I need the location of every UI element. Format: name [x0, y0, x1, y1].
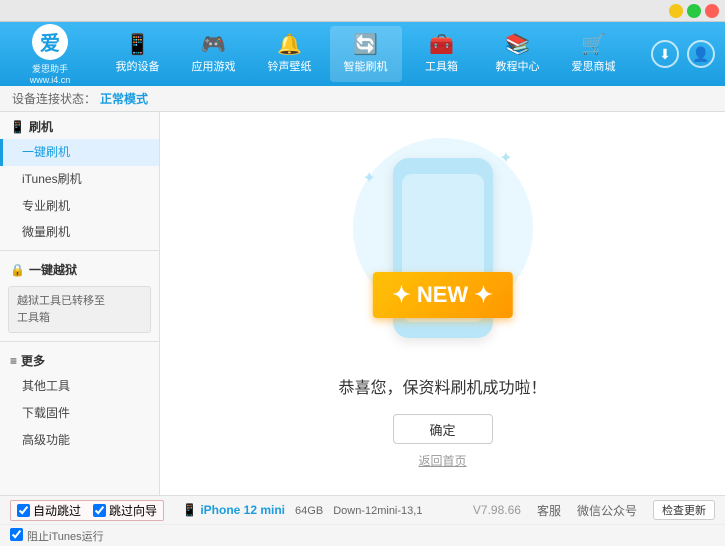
skip-wizard-checkbox[interactable]: 跳过向导 [93, 502, 157, 519]
nav-tutorial[interactable]: 📚 教程中心 [482, 26, 554, 82]
header-right: ⬇ 👤 [651, 40, 715, 68]
device-storage: 64GB [295, 505, 323, 517]
status-bar: 设备连接状态： 正常模式 [0, 86, 725, 112]
sidebar-section-more: ≡ 更多 [0, 346, 159, 373]
sparkle-right: ✦ [499, 148, 512, 168]
auto-skip-label: 自动跳过 [33, 502, 81, 519]
title-bar [0, 0, 725, 22]
footer-row1: 自动跳过 跳过向导 📱 iPhone 12 mini 64GB Down-12m… [0, 496, 725, 524]
sparkle-left: ✦ [363, 168, 376, 188]
confirm-button[interactable]: 确定 [393, 414, 493, 444]
nav-my-device[interactable]: 📱 我的设备 [102, 26, 174, 82]
nav-shop[interactable]: 🛒 爱思商城 [558, 26, 630, 82]
device-name: iPhone 12 mini [200, 503, 285, 517]
wechat-public-link[interactable]: 微信公众号 [577, 502, 637, 519]
nav-apps-games[interactable]: 🎮 应用游戏 [178, 26, 250, 82]
success-text: 恭喜您，保资料刷机成功啦！ [338, 374, 546, 398]
main-layout: 📱 刷机 一键刷机 iTunes刷机 专业刷机 微量刷机 🔒 一键越狱 越狱工具… [0, 112, 725, 495]
account-button[interactable]: 👤 [687, 40, 715, 68]
nav-ringtones-label: 铃声壁纸 [268, 58, 312, 74]
close-button[interactable] [705, 4, 719, 18]
tutorial-icon: 📚 [505, 35, 530, 55]
sidebar-item-itunes-flash[interactable]: iTunes刷机 [0, 166, 159, 193]
auto-skip-checkbox[interactable]: 自动跳过 [17, 502, 81, 519]
lock-icon: 🔒 [10, 263, 25, 277]
games-icon: 🎮 [201, 35, 226, 55]
logo-subtext: www.i4.cn [30, 75, 71, 85]
check-update-button[interactable]: 检查更新 [653, 500, 715, 520]
header: 爱 爱思助手 www.i4.cn 📱 我的设备 🎮 应用游戏 🔔 铃声壁纸 🔄 … [0, 22, 725, 86]
flash-section-icon: 📱 [10, 120, 25, 134]
footer-row2: 阻止iTunes运行 [0, 524, 725, 546]
sidebar-section-flash: 📱 刷机 [0, 112, 159, 139]
itunes-notice-label: 阻止iTunes运行 [27, 528, 104, 544]
more-section-label: 更多 [21, 352, 45, 369]
more-icon: ≡ [10, 354, 17, 368]
nav-toolbox[interactable]: 🧰 工具箱 [406, 26, 478, 82]
back-home-link[interactable]: 返回首页 [418, 452, 466, 469]
jailbreak-section-label: 一键越狱 [29, 261, 77, 278]
device-info: 📱 iPhone 12 mini 64GB Down-12mini-13,1 [182, 503, 422, 517]
flash-section-label: 刷机 [29, 118, 53, 135]
footer-checkbox-group: 自动跳过 跳过向导 [10, 500, 164, 521]
ringtone-icon: 🔔 [277, 35, 302, 55]
download-button[interactable]: ⬇ [651, 40, 679, 68]
nav-my-device-label: 我的设备 [116, 58, 160, 74]
itunes-checkbox[interactable] [10, 528, 23, 544]
sidebar-item-other-tools[interactable]: 其他工具 [0, 373, 159, 400]
customer-service-link[interactable]: 客服 [537, 502, 561, 519]
sidebar-item-download-firmware[interactable]: 下载固件 [0, 400, 159, 427]
sidebar-item-pro-flash[interactable]: 专业刷机 [0, 193, 159, 220]
sidebar-item-one-key-flash[interactable]: 一键刷机 [0, 139, 159, 166]
sidebar-item-micro-flash[interactable]: 微量刷机 [0, 219, 159, 246]
content-area: ✦ ✦ ✦ NEW ✦ 恭喜您，保资料刷机成功啦！ 确定 返回首页 [160, 112, 725, 495]
itunes-block-input[interactable] [10, 528, 23, 541]
nav-apps-games-label: 应用游戏 [192, 58, 236, 74]
nav-smart-flash-label: 智能刷机 [344, 58, 388, 74]
skip-wizard-input[interactable] [93, 504, 106, 517]
maximize-button[interactable] [687, 4, 701, 18]
nav-toolbox-label: 工具箱 [425, 58, 458, 74]
logo-icon: 爱 [32, 24, 68, 60]
phone-icon: 📱 [125, 35, 150, 55]
footer-wrapper: 自动跳过 跳过向导 📱 iPhone 12 mini 64GB Down-12m… [0, 495, 725, 546]
toolbox-icon: 🧰 [429, 35, 454, 55]
skip-wizard-label: 跳过向导 [109, 502, 157, 519]
status-value: 正常模式 [100, 90, 148, 107]
logo[interactable]: 爱 爱思助手 www.i4.cn [10, 24, 90, 85]
minimize-button[interactable] [669, 4, 683, 18]
flash-icon: 🔄 [353, 35, 378, 55]
footer-right: V7.98.66 客服 微信公众号 检查更新 [473, 500, 715, 520]
nav-bar: 📱 我的设备 🎮 应用游戏 🔔 铃声壁纸 🔄 智能刷机 🧰 工具箱 📚 教程中心… [90, 26, 641, 82]
shop-icon: 🛒 [581, 35, 606, 55]
sidebar-divider-2 [0, 341, 159, 342]
success-illustration: ✦ ✦ ✦ NEW ✦ [343, 138, 543, 358]
sidebar-divider-1 [0, 250, 159, 251]
sidebar-section-jailbreak: 🔒 一键越狱 [0, 255, 159, 282]
itunes-notice: 阻止iTunes运行 [10, 528, 104, 544]
nav-tutorial-label: 教程中心 [496, 58, 540, 74]
nav-smart-flash[interactable]: 🔄 智能刷机 [330, 26, 402, 82]
sidebar-item-advanced[interactable]: 高级功能 [0, 427, 159, 454]
device-model: Down-12mini-13,1 [333, 505, 422, 517]
new-badge: ✦ NEW ✦ [372, 272, 512, 318]
device-icon: 📱 [182, 503, 197, 517]
jailbreak-notice: 越狱工具已转移至工具箱 [8, 286, 151, 333]
logo-text: 爱思助手 [32, 62, 68, 75]
auto-skip-input[interactable] [17, 504, 30, 517]
status-label: 设备连接状态： [12, 90, 96, 107]
nav-shop-label: 爱思商城 [572, 58, 616, 74]
sidebar: 📱 刷机 一键刷机 iTunes刷机 专业刷机 微量刷机 🔒 一键越狱 越狱工具… [0, 112, 160, 495]
version-label: V7.98.66 [473, 503, 521, 517]
nav-ringtones[interactable]: 🔔 铃声壁纸 [254, 26, 326, 82]
